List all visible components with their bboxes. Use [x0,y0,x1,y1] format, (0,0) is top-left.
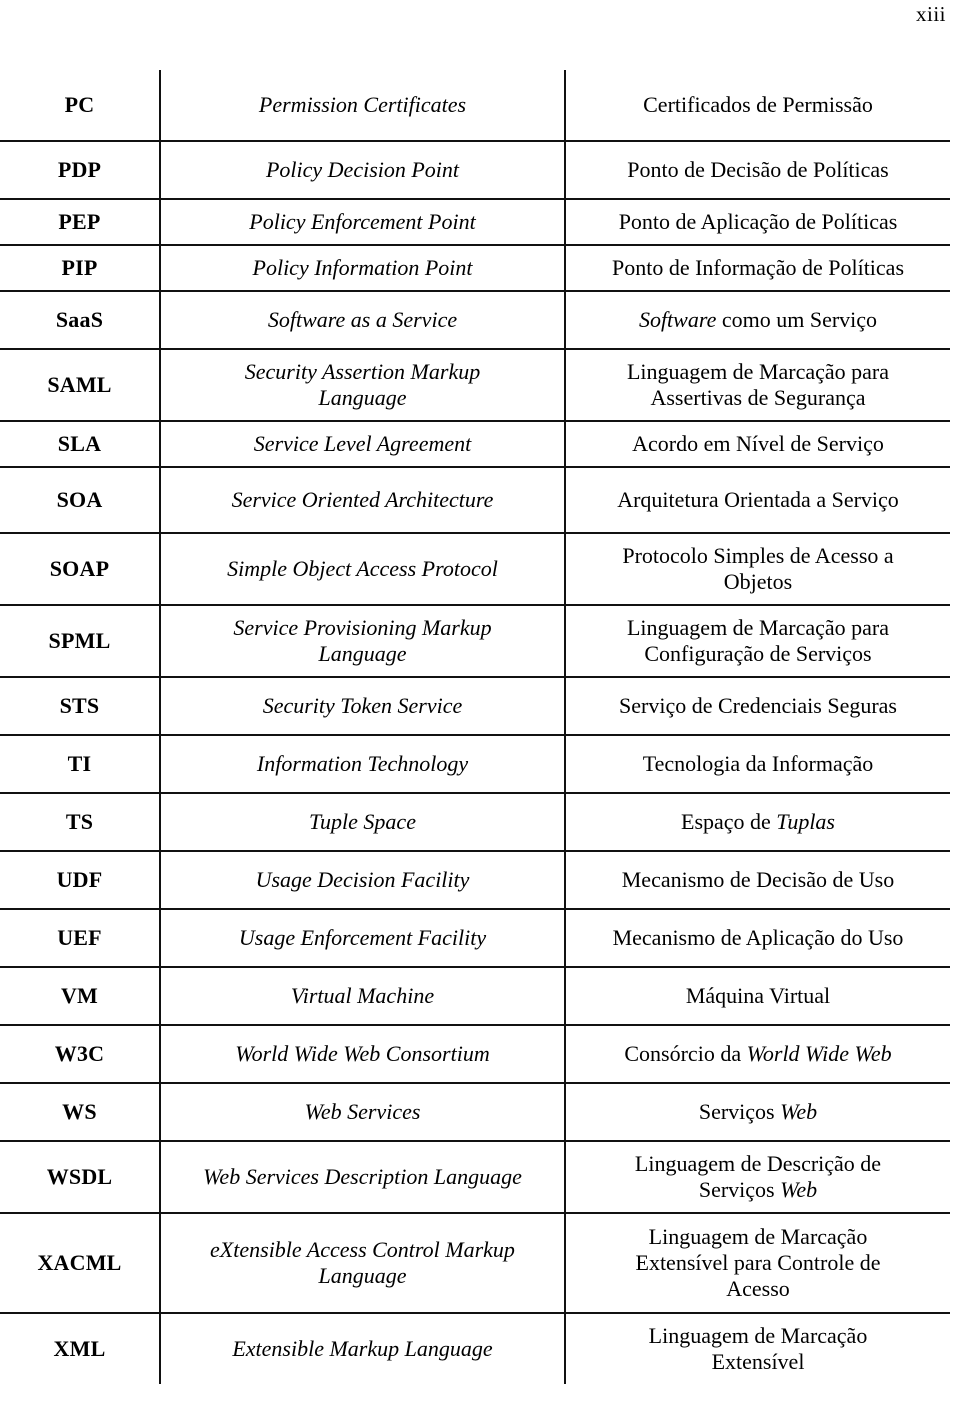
portuguese-term-cell: Mecanismo de Aplicação do Uso [612,925,904,951]
english-term-cell: Information Technology [159,735,566,793]
english-term-cell: Security Token Service [159,677,566,735]
acronym-cell: SaaS [55,307,104,333]
table-row: SPML Service Provisioning Markup Language L… [0,605,950,677]
english-term-cell: Service Oriented Architecture [159,467,566,533]
portuguese-term-cell: Linguagem de Marcação Extensível para Con… [635,1224,881,1301]
english-term-cell: Service Provisioning Markup Language [159,605,566,677]
page-number: xiii [915,2,946,26]
portuguese-term-cell: Mecanismo de Decisão de Uso [621,867,895,893]
glossary-table-body: PC Permission Certificates Certificados de… [0,70,950,1384]
english-term-cell: Web Services Description Language [159,1141,566,1213]
document-page: xiii PC Permission Certificates Certificad… [0,0,960,1428]
english-term-cell: Usage Decision Facility [159,851,566,909]
table-row: PC Permission Certificates Certificados de… [0,70,950,141]
acronym-cell: XML [53,1336,106,1362]
portuguese-term-cell: Ponto de Informação de Políticas [611,255,905,281]
portuguese-term-cell: Espaço de Tuplas [681,809,835,835]
table-row: UEF Usage Enforcement Facility Mecanismo d… [0,909,950,967]
acronym-cell: W3C [54,1041,105,1067]
english-term-cell: Extensible Markup Language [159,1313,566,1384]
portuguese-term-cell: Consórcio da World Wide Web [624,1041,892,1067]
table-row: SLA Service Level Agreement Acordo em Níve… [0,421,950,467]
acronym-cell: VM [60,983,99,1009]
english-term-cell: Policy Information Point [159,245,566,291]
table-row: WSDL Web Services Description Language Lin… [0,1141,950,1213]
english-term-cell: Software as a Service [159,291,566,349]
portuguese-term-cell: Ponto de Decisão de Políticas [627,157,889,183]
acronym-cell: UEF [57,925,102,951]
table-row: SaaS Software as a Service Software como u… [0,291,950,349]
portuguese-term-cell: Software como um Serviço [638,307,878,333]
portuguese-term-cell: Certificados de Permissão [643,92,873,118]
acronym-cell: WSDL [46,1164,113,1190]
table-row: WS Web Services Serviços Web [0,1083,950,1141]
acronym-cell: UDF [56,867,103,893]
table-row: W3C World Wide Web Consortium Consórcio da… [0,1025,950,1083]
table-row: PIP Policy Information Point Ponto de Info… [0,245,950,291]
acronym-cell: PC [64,92,95,118]
acronym-cell: XACML [37,1250,122,1276]
table-row: VM Virtual Machine Máquina Virtual [0,967,950,1025]
acronym-cell: SOA [56,487,103,513]
acronym-cell: TS [65,809,94,835]
acronym-cell: TI [67,751,92,777]
english-term-cell: Simple Object Access Protocol [159,533,566,605]
english-term-cell: Tuple Space [159,793,566,851]
table-row: STS Security Token Service Serviço de Cred… [0,677,950,735]
acronym-cell: SPML [48,628,111,654]
table-row: TS Tuple Space Espaço de Tuplas [0,793,950,851]
english-term-cell: Security Assertion Markup Language [159,349,566,421]
glossary-table: PC Permission Certificates Certificados de… [0,70,950,1384]
portuguese-term-cell: Acordo em Nível de Serviço [632,431,884,457]
portuguese-term-cell: Máquina Virtual [685,983,831,1009]
table-row: SOAP Simple Object Access Protocol Protoco… [0,533,950,605]
acronym-cell: SLA [57,431,102,457]
acronym-cell: SOAP [49,556,110,582]
acronym-cell: PIP [61,255,98,281]
table-row: PDP Policy Decision Point Ponto de Decisão… [0,141,950,199]
english-term-cell: Web Services [159,1083,566,1141]
english-term-cell: Usage Enforcement Facility [159,909,566,967]
table-row: XACML eXtensible Access Control Markup Lan… [0,1213,950,1313]
portuguese-term-cell: Ponto de Aplicação de Políticas [618,209,898,235]
table-row: SAML Security Assertion Markup Language Lin… [0,349,950,421]
table-row: SOA Service Oriented Architecture Arquitet… [0,467,950,533]
english-term-cell: Service Level Agreement [159,421,566,467]
english-term-cell: Policy Decision Point [159,141,566,199]
acronym-cell: WS [62,1099,97,1125]
english-term-cell: Virtual Machine [159,967,566,1025]
portuguese-term-cell: Tecnologia da Informação [642,751,874,777]
english-term-cell: World Wide Web Consortium [159,1025,566,1083]
table-row: UDF Usage Decision Facility Mecanismo de D… [0,851,950,909]
portuguese-term-cell: Arquitetura Orientada a Serviço [617,487,899,513]
portuguese-term-cell: Linguagem de Marcação Extensível [648,1323,868,1374]
portuguese-term-cell: Protocolo Simples de Acesso a Objetos [622,543,894,594]
table-row: XML Extensible Markup Language Linguagem d… [0,1313,950,1384]
english-term-cell: eXtensible Access Control Markup Language [159,1213,566,1313]
portuguese-term-cell: Serviços Web [698,1099,818,1125]
acronym-cell: PEP [58,209,101,235]
english-term-cell: Policy Enforcement Point [159,199,566,245]
table-row: PEP Policy Enforcement Point Ponto de Apli… [0,199,950,245]
portuguese-term-cell: Linguagem de Marcação para Configuração d… [626,615,890,666]
acronym-cell: SAML [47,372,112,398]
acronym-cell: PDP [57,157,102,183]
acronym-cell: STS [59,693,100,719]
portuguese-term-cell: Linguagem de Descrição de Serviços Web [634,1151,882,1202]
english-term-cell: Permission Certificates [159,70,566,141]
table-row: TI Information Technology Tecnologia da In… [0,735,950,793]
portuguese-term-cell: Serviço de Credenciais Seguras [619,693,897,719]
portuguese-term-cell: Linguagem de Marcação para Assertivas de … [626,359,890,410]
